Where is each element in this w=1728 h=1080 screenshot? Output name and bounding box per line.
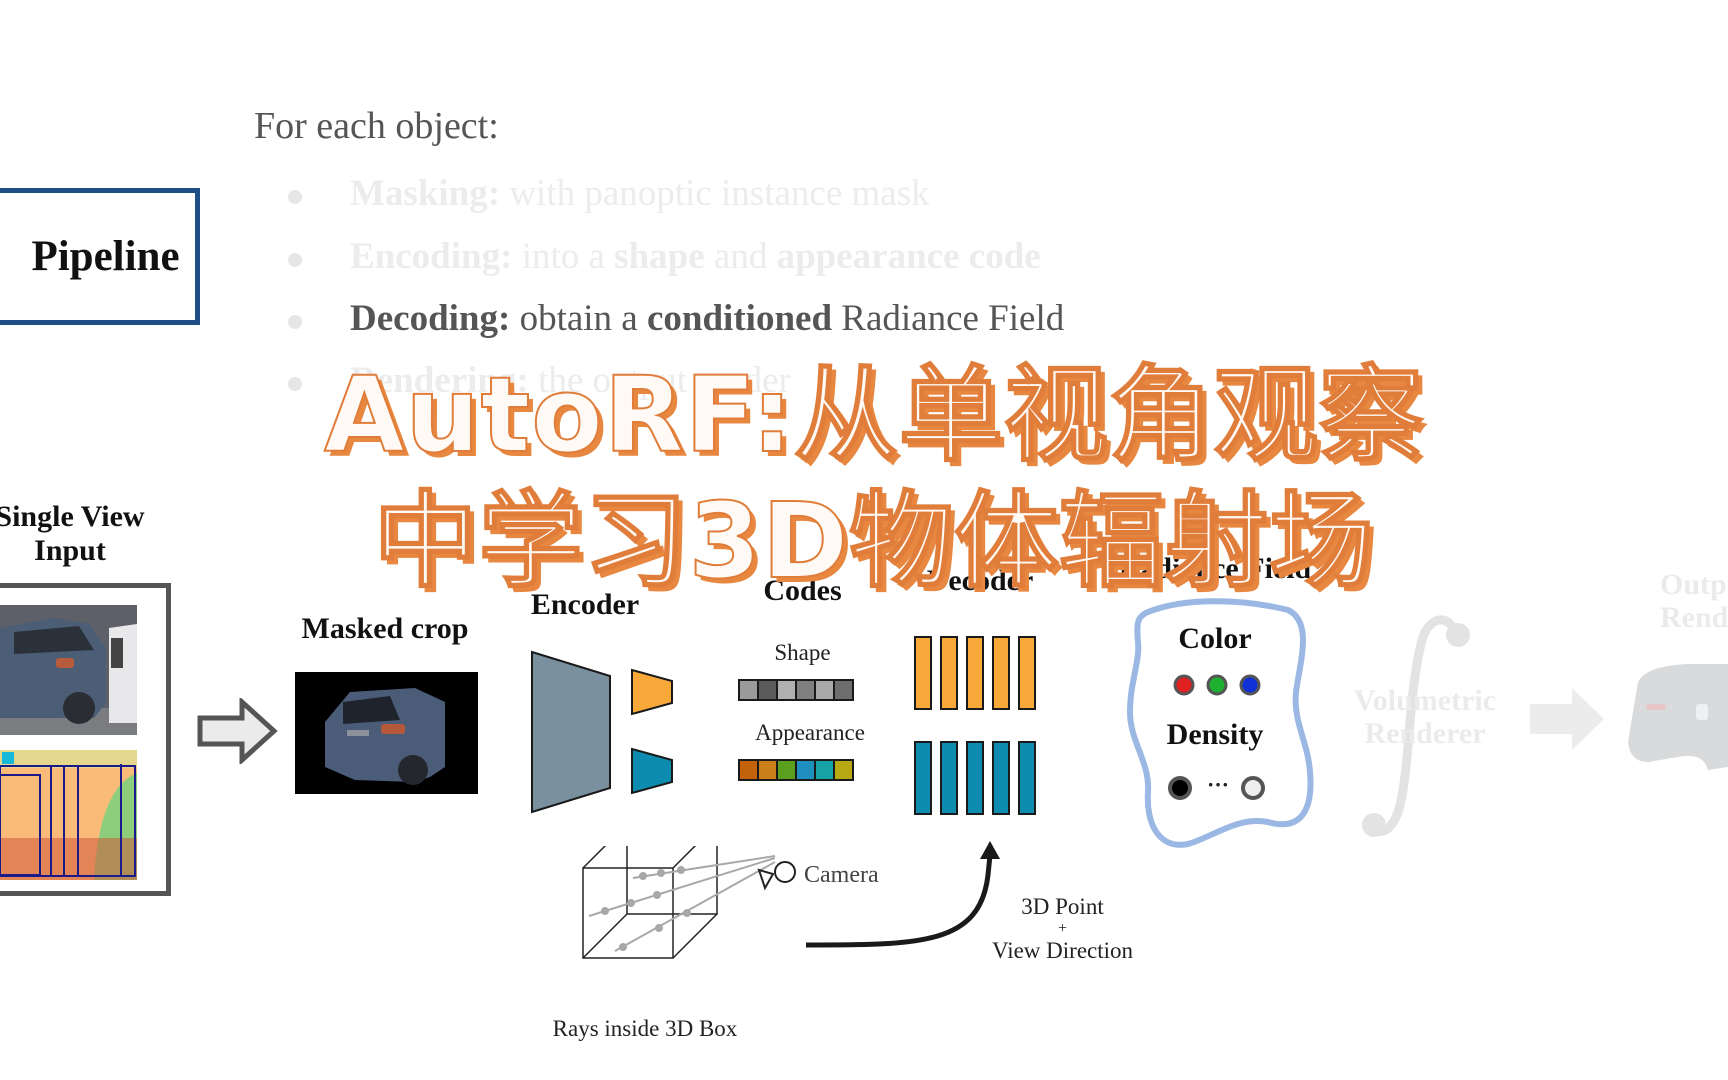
bullet-text: into a [512,236,615,277]
section-label: Pipeline [31,233,180,280]
camera-icon [757,861,796,891]
bullet-text: and [704,236,777,277]
bullet-emphasis: shape [614,236,705,277]
decoder-bar-appearance [966,741,984,815]
density-dot-dark [1168,776,1192,800]
shape-code-cell [833,679,854,701]
appearance-code-cell [795,759,816,781]
renderer-label-line2: Renderer [1364,717,1486,750]
shape-code-cell [795,679,816,701]
appearance-code-cell [738,759,759,781]
bullet-dot [288,315,302,329]
appearance-code-cell [757,759,778,781]
renderer-label-line1: Volumetric [1353,684,1497,717]
rays-box-graphic [582,846,776,959]
section-label-box: Pipeline [0,188,200,325]
decoder-bar-appearance [914,741,932,815]
decoder-bar-appearance [940,741,958,815]
color-dot [1206,674,1228,696]
decoder-bar-appearance [1018,741,1036,815]
appearance-label: Appearance [755,720,865,745]
appearance-code-cell [833,759,854,781]
appearance-head [631,747,673,795]
color-dot [1239,674,1261,696]
input-frame [0,583,171,896]
shape-code-cell [814,679,835,701]
point-label: 3D Point + View Direction [975,894,1150,964]
density-label: Density [1166,718,1264,751]
decoder-bar-shape [1018,636,1036,710]
decoder-bar-shape [992,636,1010,710]
rays-label: Rays inside 3D Box [552,1016,738,1041]
masked-crop-image [295,672,478,794]
shape-head [631,668,673,716]
output-render-image [1628,663,1728,770]
color-dot [1173,674,1195,696]
overlay-title-line2: 中学习3D物体辐射场 [373,479,1375,603]
renderer-label: Volumetric Renderer [1340,684,1510,750]
bullet-emphasis: appearance code [776,236,1041,277]
appearance-code-cell [776,759,797,781]
rays [588,855,776,952]
input-segmentation [0,750,137,880]
color-label: Color [1178,622,1252,655]
shape-code [738,679,854,701]
decoder-bar-shape [940,636,958,710]
density-dot-light [1241,776,1265,800]
decoder-graphic [914,636,1036,815]
point-label-plus: + [1057,920,1068,937]
decoder-bar-appearance [992,741,1010,815]
cube [582,846,718,959]
bullet-text: with panoptic instance mask [500,173,930,214]
bullet-term: Encoding: [350,236,513,277]
encoder-graphic [531,650,673,814]
appearance-code-cell [814,759,835,781]
decoder-bar-shape [966,636,984,710]
bullet-dot [288,190,302,204]
shape-code-cell [738,679,759,701]
encoder-block [531,650,611,814]
color-dots [1173,674,1261,696]
shape-label: Shape [774,640,831,665]
point-label-line1: 3D Point [1021,894,1104,919]
appearance-code [738,759,854,781]
decoder-bar-shape [914,636,932,710]
bullet-dot [288,253,302,267]
input-images [0,605,137,880]
shape-code-cell [776,679,797,701]
shape-code-cell [757,679,778,701]
density-ellipsis: ··· [1206,772,1229,797]
point-label-line2: View Direction [991,938,1134,963]
masked-crop-label: Masked crop [301,612,469,645]
input-photo [0,605,137,735]
intro-heading: For each object: [254,105,499,147]
arrow-right-faded-icon [1530,688,1604,750]
arrow-right-icon [197,698,278,764]
bullet-term: Masking: [350,173,501,214]
